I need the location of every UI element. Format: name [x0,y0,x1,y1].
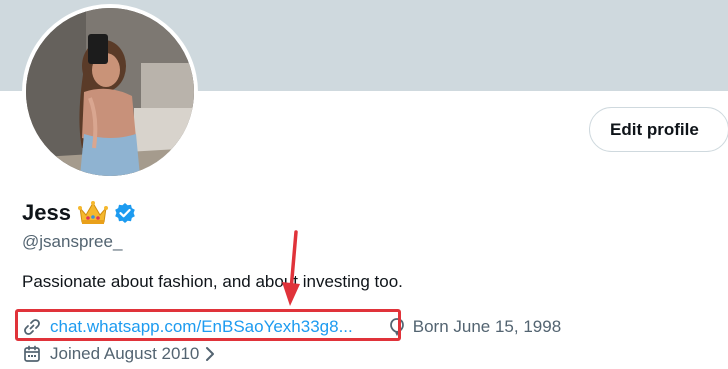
profile-handle: @jsanspree_ [22,232,123,251]
profile-birthdate: Born June 15, 1998 [387,317,561,337]
chevron-right-icon[interactable] [204,346,216,362]
verified-badge-icon[interactable] [114,202,136,224]
profile-name: Jess [22,200,71,225]
avatar[interactable] [22,4,198,180]
avatar-photo [26,8,194,176]
birthdate-text: Born June 15, 1998 [412,317,562,336]
annotation-highlight-box [15,309,401,341]
annotation-arrow-icon [282,230,300,306]
edit-profile-button[interactable]: Edit profile [589,107,728,152]
profile-joined[interactable]: Joined August 2010 [22,341,216,367]
profile-name-row: Jess [22,198,136,228]
calendar-icon [24,345,40,362]
joined-text: Joined August 2010 [50,344,200,363]
avatar-illustration [26,8,194,176]
crown-icon [77,201,108,224]
profile-bio: Passionate about fashion, and about inve… [22,272,403,291]
